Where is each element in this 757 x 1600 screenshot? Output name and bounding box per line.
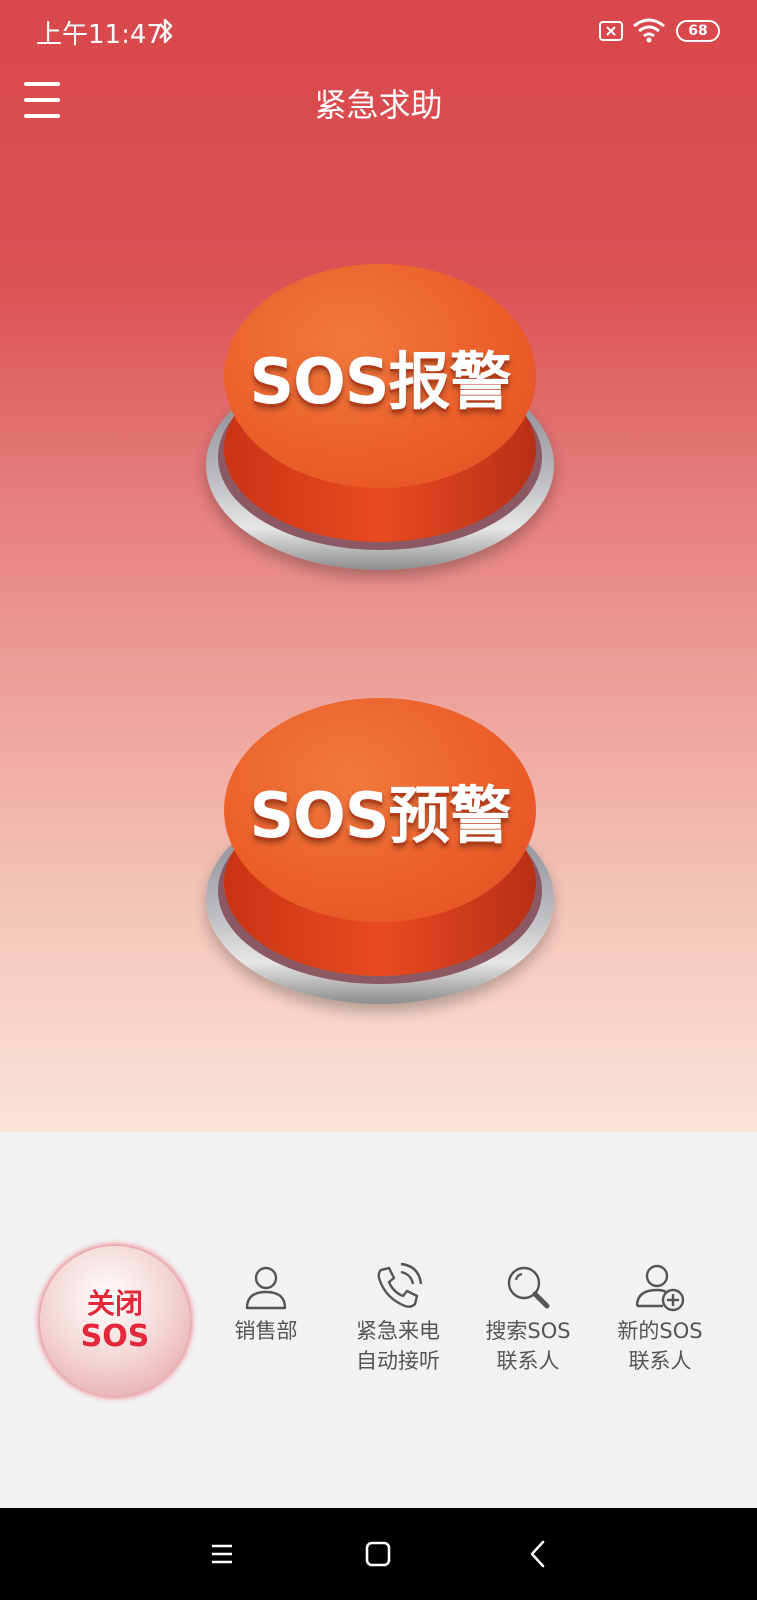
phone-call-icon — [377, 1262, 423, 1308]
tool-label-line1: 紧急来电 — [356, 1319, 440, 1343]
bluetooth-icon — [159, 18, 173, 44]
sos-warning-label: SOS预警 — [249, 779, 511, 852]
new-sos-contact-button[interactable]: 新的SOS 联系人 — [600, 1260, 720, 1376]
status-time: 上午11:47 — [36, 20, 163, 50]
close-sos-label-line1: 关闭 — [86, 1287, 143, 1320]
close-sos-label-line2: SOS — [80, 1319, 150, 1354]
add-person-icon — [635, 1264, 685, 1312]
search-sos-contact-button[interactable]: 搜索SOS 联系人 — [468, 1260, 588, 1376]
system-nav-bar — [0, 1508, 757, 1600]
battery-icon: 68 — [676, 20, 720, 42]
sales-dept-contact[interactable]: 销售部 — [206, 1260, 326, 1346]
home-icon[interactable] — [358, 1534, 398, 1574]
status-bar: 上午11:47 68 — [0, 0, 757, 62]
search-icon — [507, 1266, 550, 1309]
tool-label-line1: 搜索SOS — [485, 1319, 571, 1343]
tool-label-line2: 联系人 — [496, 1349, 560, 1373]
tool-label-line2: 自动接听 — [356, 1349, 440, 1373]
close-sos-button[interactable]: 关闭 SOS — [40, 1246, 190, 1396]
wifi-icon — [633, 18, 665, 43]
battery-level: 68 — [688, 23, 708, 39]
auto-answer-button[interactable]: 紧急来电 自动接听 — [338, 1260, 458, 1376]
sos-warning-button[interactable]: SOS预警 — [206, 698, 554, 1010]
no-sim-icon — [599, 21, 623, 41]
recent-apps-icon[interactable] — [202, 1534, 242, 1574]
sos-alarm-label: SOS报警 — [249, 345, 511, 418]
tool-label: 销售部 — [234, 1319, 298, 1343]
person-icon — [245, 1266, 287, 1310]
back-icon[interactable] — [518, 1534, 558, 1574]
tool-label-line1: 新的SOS — [617, 1319, 703, 1343]
tool-label-line2: 联系人 — [628, 1349, 692, 1373]
sos-alarm-button[interactable]: SOS报警 — [206, 264, 554, 576]
page-title: 紧急求助 — [314, 86, 443, 124]
